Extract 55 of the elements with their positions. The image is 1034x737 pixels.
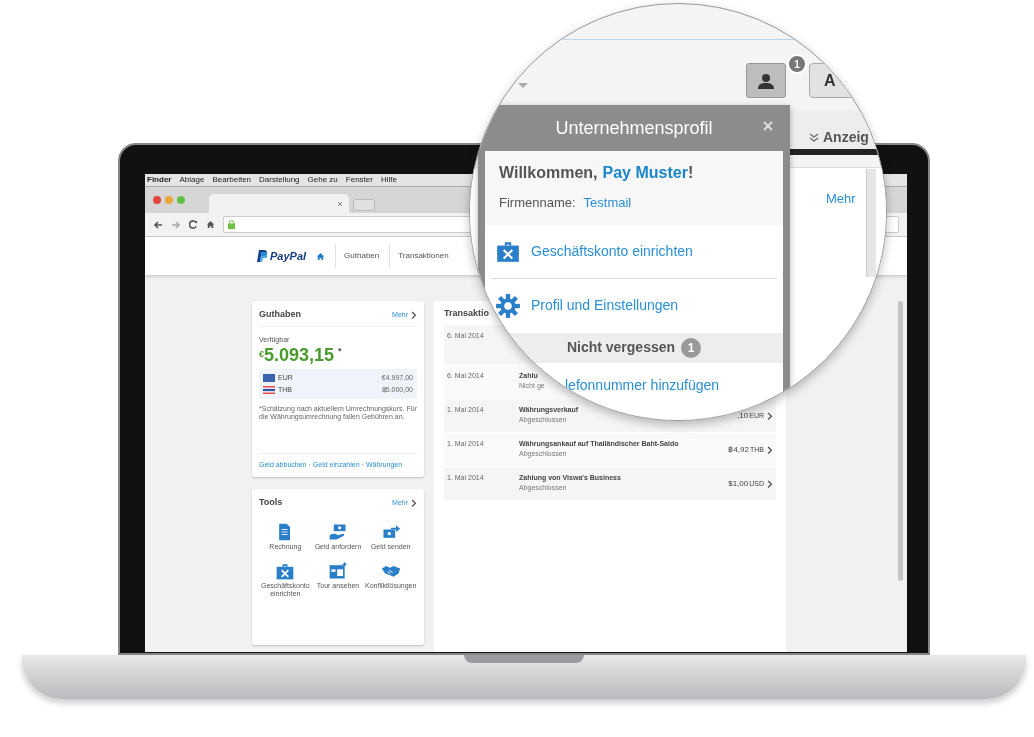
footnote-mark: * bbox=[338, 345, 342, 358]
exclamation-text: ! bbox=[687, 163, 694, 183]
count-badge: 1 bbox=[681, 337, 702, 358]
minimize-window-icon[interactable] bbox=[165, 196, 173, 204]
back-arrow-icon[interactable] bbox=[153, 220, 163, 229]
double-chevron-down-icon bbox=[809, 132, 819, 143]
close-icon[interactable] bbox=[337, 200, 343, 207]
scrollbar[interactable] bbox=[898, 301, 903, 581]
menu-item[interactable]: Ablage bbox=[179, 176, 205, 184]
chevron-right-icon bbox=[767, 445, 773, 455]
close-window-icon[interactable] bbox=[153, 196, 161, 204]
forward-arrow-icon[interactable] bbox=[171, 220, 181, 229]
nav-link[interactable]: Guthaben bbox=[335, 244, 380, 268]
lock-icon bbox=[228, 220, 235, 229]
menu-item[interactable]: Darstellung bbox=[259, 176, 300, 184]
balance-amount: 5.093,15 bbox=[264, 345, 335, 366]
card-title: Tools bbox=[259, 496, 283, 509]
card-title: Guthaben bbox=[259, 308, 301, 321]
chevron-right-icon bbox=[767, 411, 773, 421]
chevron-right-icon bbox=[767, 479, 773, 489]
notification-badge: 1 bbox=[787, 54, 807, 74]
toolbar-label[interactable]: Anzeig bbox=[809, 127, 869, 148]
more-link[interactable]: Mehr bbox=[826, 189, 856, 209]
dropdown-item[interactable]: Profil und Einstellungen bbox=[491, 278, 777, 333]
user-name[interactable]: Pay Muster bbox=[602, 161, 688, 185]
reminder-title: Nicht vergessen bbox=[566, 338, 676, 357]
panel-title: Transaktio bbox=[444, 307, 490, 320]
menu-item[interactable]: Gehe zu bbox=[307, 176, 338, 184]
profile-button[interactable] bbox=[746, 63, 786, 98]
currency-symbol: € bbox=[259, 349, 264, 359]
menu-item[interactable]: Hilfe bbox=[380, 176, 397, 184]
logo[interactable]: PayPal bbox=[257, 247, 307, 265]
company-label: Firmenname: bbox=[499, 194, 576, 212]
chevron-right-icon bbox=[411, 310, 417, 319]
reminder-link[interactable]: lefonnummer hinzufügen bbox=[565, 374, 720, 396]
welcome-text: Willkommen, bbox=[499, 163, 598, 183]
dropdown-title: Unternehmensprofil bbox=[555, 116, 713, 140]
reload-icon[interactable] bbox=[189, 220, 198, 229]
home-icon[interactable] bbox=[316, 251, 326, 261]
flag-icon bbox=[263, 385, 275, 394]
screen-icon bbox=[328, 560, 348, 581]
caret-icon[interactable] bbox=[518, 83, 528, 88]
person-icon bbox=[757, 72, 775, 89]
nav-link[interactable]: Transaktionen bbox=[389, 244, 449, 268]
chevron-right-icon bbox=[411, 498, 417, 507]
home-icon[interactable] bbox=[206, 220, 215, 229]
menu-item[interactable]: Bearbeiten bbox=[212, 176, 252, 184]
zoom-window-icon[interactable] bbox=[177, 196, 185, 204]
paypal-p-icon bbox=[257, 250, 267, 262]
dropdown-item[interactable]: Geschäftskonto einrichten bbox=[491, 224, 777, 279]
menu-item[interactable]: Fenster bbox=[345, 176, 373, 184]
new-tab-button[interactable] bbox=[353, 199, 375, 211]
gear-icon bbox=[495, 292, 521, 319]
menu-item[interactable]: Finder bbox=[147, 176, 172, 184]
flag-icon bbox=[263, 374, 275, 383]
